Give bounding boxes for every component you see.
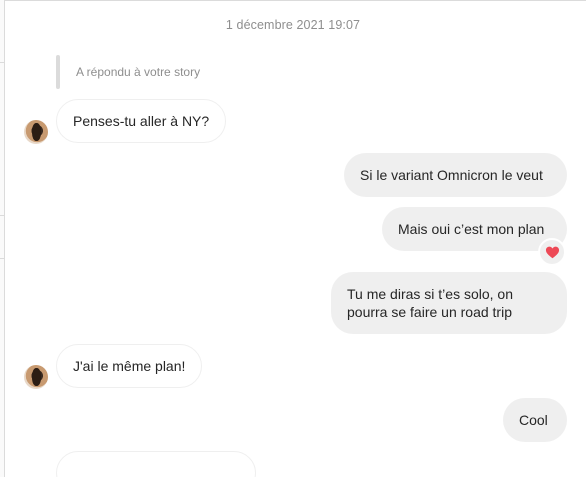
message-text: Tu me diras si t’es solo, on pourra se f… bbox=[347, 286, 513, 320]
conversation-timestamp: 1 décembre 2021 19:07 bbox=[225, 18, 361, 32]
sender-avatar[interactable] bbox=[24, 365, 48, 389]
message-bubble-incoming[interactable]: J'ai le même plan! bbox=[56, 344, 203, 388]
story-reply-line bbox=[56, 55, 60, 89]
message-bubble-outgoing[interactable]: Tu me diras si t’es solo, on pourra se f… bbox=[331, 272, 567, 334]
message-bubble-outgoing[interactable]: Si le variant Omnicron le veut bbox=[344, 153, 567, 197]
top-divider bbox=[5, 0, 586, 1]
message-bubble-outgoing[interactable]: Cool bbox=[503, 398, 567, 442]
sidebar-edge bbox=[0, 0, 5, 477]
message-bubble-incoming[interactable] bbox=[56, 451, 256, 477]
story-reply-label: A répondu à votre story bbox=[76, 65, 201, 79]
message-text: J'ai le même plan! bbox=[73, 358, 186, 374]
message-bubble-incoming[interactable]: Penses-tu aller à NY? bbox=[56, 99, 227, 143]
message-text: Mais oui c’est mon plan bbox=[398, 221, 545, 237]
message-text: Si le variant Omnicron le veut bbox=[360, 167, 543, 183]
heart-icon bbox=[545, 246, 559, 258]
message-reaction[interactable] bbox=[538, 238, 566, 266]
sender-avatar[interactable] bbox=[24, 120, 48, 144]
message-text: Cool bbox=[519, 412, 548, 428]
message-text: Penses-tu aller à NY? bbox=[73, 113, 210, 129]
